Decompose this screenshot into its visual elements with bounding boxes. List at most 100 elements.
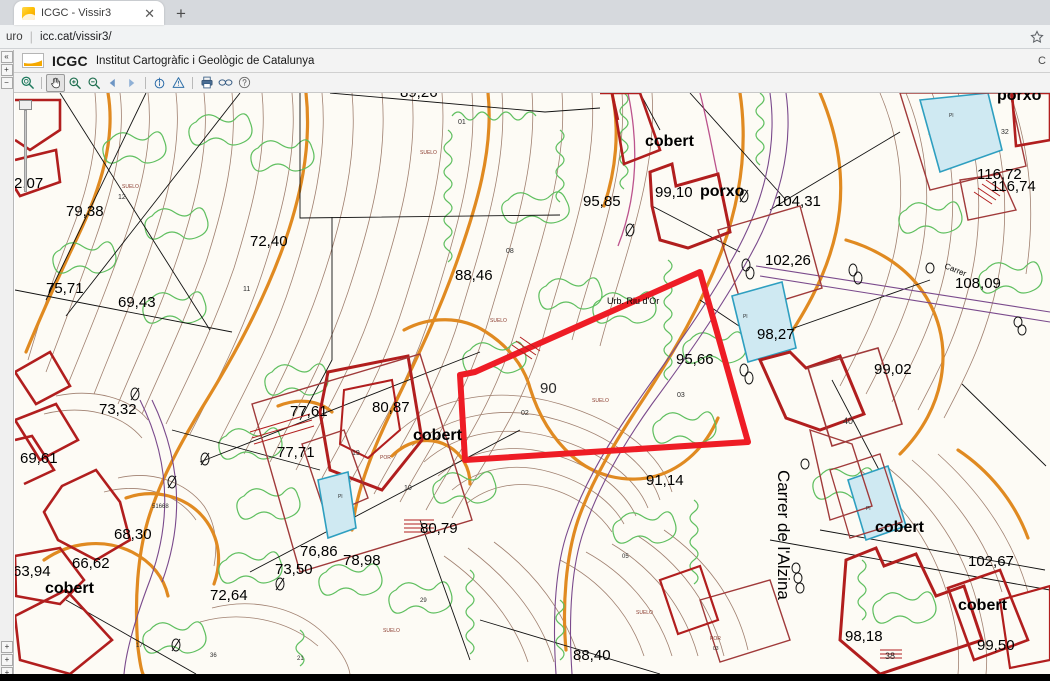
map-annotation: 01 bbox=[458, 119, 466, 126]
map-annotation: SUELO bbox=[490, 318, 507, 324]
map-annotation: 10 bbox=[404, 485, 412, 492]
browser-tabstrip: ICGC - Vissir3 ✕ + bbox=[0, 0, 1050, 25]
elevation-label: 99,10 bbox=[655, 184, 693, 201]
map-annotation: Pl bbox=[743, 314, 747, 320]
map-annotation: 11 bbox=[243, 286, 250, 293]
link-icon[interactable] bbox=[216, 74, 235, 92]
elevation-label: 104,31 bbox=[775, 193, 821, 210]
app-subtitle: Institut Cartogràfic i Geològic de Catal… bbox=[95, 54, 315, 67]
pan-hand-icon[interactable] bbox=[46, 73, 65, 92]
elevation-label: 80,79 bbox=[420, 520, 458, 537]
building-type-label: cobert bbox=[45, 580, 95, 597]
zoom-out-icon[interactable] bbox=[84, 74, 103, 92]
elevation-label: 78,98 bbox=[343, 552, 381, 569]
map-annotation: Pl bbox=[866, 506, 870, 512]
zoom-in-icon[interactable] bbox=[65, 74, 84, 92]
elevation-label: 108,09 bbox=[955, 275, 1001, 292]
map-zoom-slider-handle[interactable] bbox=[19, 100, 32, 110]
browser-tab[interactable]: ICGC - Vissir3 ✕ bbox=[14, 1, 164, 25]
elevation-label: 102,67 bbox=[968, 553, 1014, 570]
building-type-label: cobert bbox=[958, 597, 1008, 614]
elevation-label: 89,26 bbox=[400, 93, 438, 101]
toolbar-separator bbox=[41, 76, 42, 89]
elevation-label: 77,71 bbox=[277, 444, 315, 461]
address-bar-divider: | bbox=[29, 29, 34, 44]
warning-triangle-icon[interactable] bbox=[169, 74, 188, 92]
elevation-label: 68,30 bbox=[114, 526, 152, 543]
close-icon[interactable]: ✕ bbox=[141, 7, 158, 20]
map-annotation: POR bbox=[710, 636, 721, 642]
browser-tab-title: ICGC - Vissir3 bbox=[41, 7, 112, 19]
rail-zoom-out-button[interactable]: − bbox=[0, 77, 13, 89]
elevation-label: 98,18 bbox=[845, 628, 883, 645]
map-annotation: Pl bbox=[338, 494, 342, 500]
help-icon[interactable] bbox=[235, 74, 254, 92]
map-zoom-slider[interactable] bbox=[19, 100, 32, 195]
map-annotation: 40 bbox=[843, 416, 853, 426]
bookmark-star-icon[interactable] bbox=[1030, 29, 1044, 44]
street-label: Carrer de l'Alzina bbox=[774, 470, 793, 600]
identify-zoom-icon[interactable] bbox=[18, 74, 37, 92]
map-annotation: SUELO bbox=[420, 150, 437, 156]
header-right-glyph: C bbox=[1038, 54, 1046, 67]
elevation-label: 102,26 bbox=[765, 252, 811, 269]
map-annotation: 36 bbox=[210, 653, 217, 659]
elevation-label: 88,46 bbox=[455, 267, 493, 284]
elevation-label: 66,62 bbox=[72, 555, 110, 572]
building-type-label: porxo bbox=[997, 93, 1042, 104]
back-arrow-icon[interactable] bbox=[103, 74, 122, 92]
toolbar-separator-3 bbox=[192, 76, 193, 89]
map-annotation: 03 bbox=[677, 392, 685, 399]
toolbar-separator-2 bbox=[145, 76, 146, 89]
left-rail: « + − + + + bbox=[0, 50, 14, 681]
app-brand-name: ICGC bbox=[52, 52, 88, 69]
street-label: Urb. Riu d'Or bbox=[607, 296, 659, 306]
map-annotation: 05 bbox=[622, 554, 629, 560]
map-annotation: 03 bbox=[713, 646, 719, 652]
elevation-label: 80,87 bbox=[372, 399, 410, 416]
rail-zoom-in-button[interactable]: + bbox=[0, 64, 13, 76]
elevation-label: 76,86 bbox=[300, 543, 338, 560]
info-icon[interactable] bbox=[150, 74, 169, 92]
map-annotation: SUELO bbox=[122, 184, 139, 190]
elevation-label: 99,02 bbox=[874, 361, 912, 378]
rail-panel-button-2[interactable]: + bbox=[1, 654, 13, 666]
elevation-label: 99,50 bbox=[977, 637, 1015, 654]
new-tab-button[interactable]: + bbox=[176, 5, 186, 22]
elevation-label: 95,66 bbox=[676, 351, 714, 368]
map-zoom-slider-track[interactable] bbox=[24, 110, 27, 192]
map-annotation: 17 bbox=[136, 643, 143, 649]
icgc-logo-icon bbox=[22, 53, 44, 68]
sidebar-collapse-button[interactable]: « bbox=[0, 51, 13, 63]
address-bar-url[interactable]: icc.cat/vissir3/ bbox=[40, 31, 112, 43]
map-annotation: 12 bbox=[118, 194, 126, 201]
elevation-label: 69,61 bbox=[20, 450, 58, 467]
map-toolbar bbox=[0, 73, 1050, 93]
elevation-label: 116,74 bbox=[991, 178, 1036, 195]
browser-address-bar[interactable]: uro | icc.cat/vissir3/ bbox=[0, 25, 1050, 49]
elevation-label: 98,27 bbox=[757, 326, 795, 343]
elevation-label: 95,85 bbox=[583, 193, 621, 210]
elevation-label: 72,40 bbox=[250, 233, 288, 250]
map-canvas[interactable]: 2,0779,3875,7169,4372,4088,4689,2695,859… bbox=[15, 93, 1050, 674]
map-annotation: SUELO bbox=[636, 610, 653, 616]
rail-panel-button-1[interactable]: + bbox=[1, 641, 13, 653]
elevation-label: 77,61 bbox=[290, 403, 328, 420]
map-annotation: SUELO bbox=[383, 628, 400, 634]
map-annotation: 19 bbox=[352, 450, 360, 457]
url-left-fragment: uro bbox=[6, 30, 23, 43]
map-annotation: 02 bbox=[521, 410, 529, 417]
map-annotation: 21 bbox=[297, 656, 304, 662]
elevation-label: 88,40 bbox=[573, 647, 611, 664]
map-annotation: 32 bbox=[1001, 129, 1009, 136]
elevation-label: 63,94 bbox=[15, 563, 51, 580]
map-annotation: 29 bbox=[420, 598, 427, 604]
elevation-label: 72,64 bbox=[210, 587, 248, 604]
map-annotation: Pl bbox=[949, 113, 953, 119]
elevation-label: 91,14 bbox=[646, 472, 684, 489]
print-icon[interactable] bbox=[197, 74, 216, 92]
forward-arrow-icon[interactable] bbox=[122, 74, 141, 92]
map-annotation: POR bbox=[380, 455, 391, 461]
elevation-label: 69,43 bbox=[118, 294, 156, 311]
elevation-label: 73,50 bbox=[275, 561, 313, 578]
